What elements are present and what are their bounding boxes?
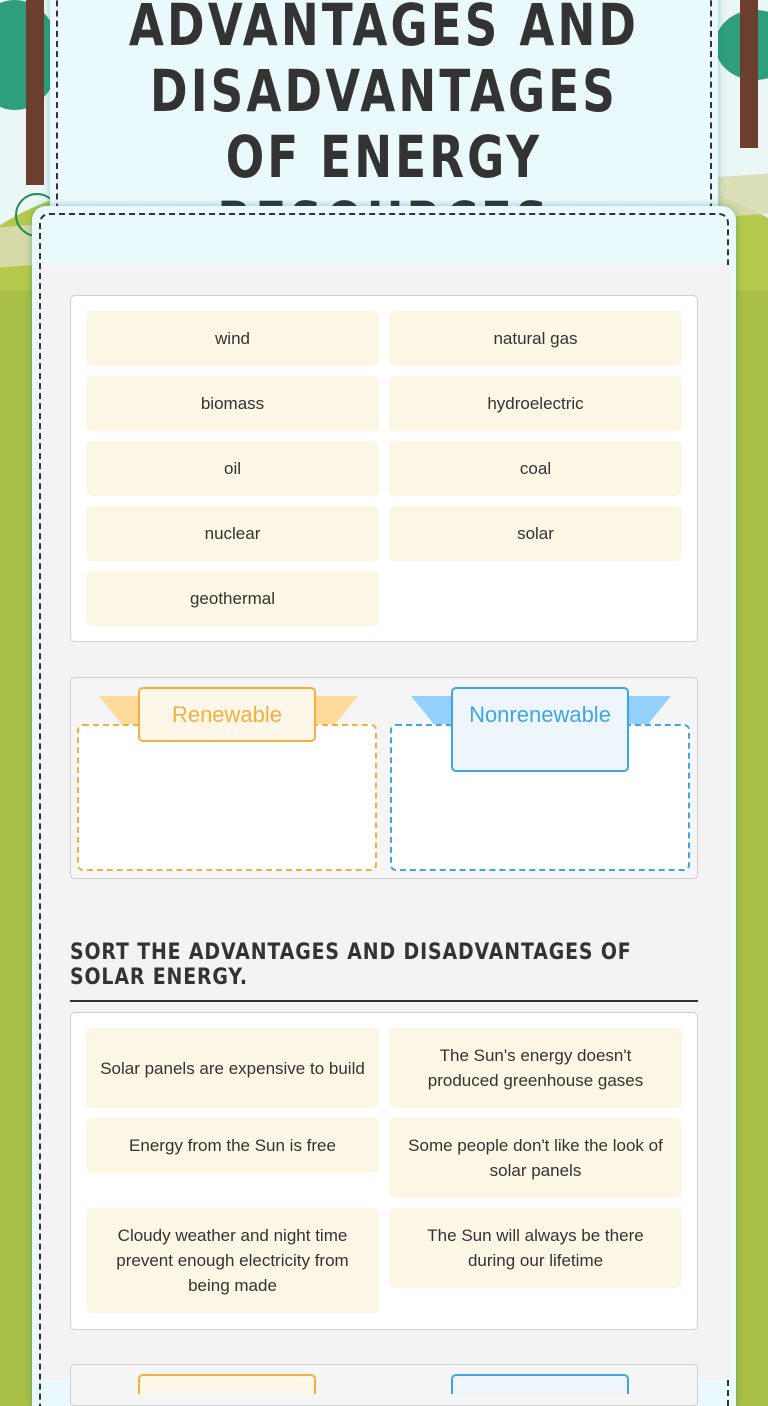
draggable-chip[interactable]: The Sun's energy doesn't produced greenh… bbox=[389, 1028, 682, 1108]
draggable-chip[interactable]: nuclear bbox=[86, 506, 379, 561]
draggable-chip[interactable]: Solar panels are expensive to build bbox=[86, 1028, 379, 1108]
category-label-stub bbox=[451, 1374, 629, 1394]
draggable-chip[interactable]: wind bbox=[86, 311, 379, 366]
tree-trunk-right bbox=[740, 0, 758, 148]
word-bank: wind natural gas biomass hydroelectric o… bbox=[70, 295, 698, 642]
draggable-chip[interactable]: hydroelectric bbox=[389, 376, 682, 431]
nonrenewable-category-label: Nonrenewable bbox=[451, 687, 629, 772]
tree-trunk-left bbox=[26, 0, 44, 185]
draggable-chip[interactable]: solar bbox=[389, 506, 682, 561]
draggable-chip[interactable]: Energy from the Sun is free bbox=[86, 1118, 379, 1173]
section-instruction: Sort the advantages and disadvantages of… bbox=[70, 940, 632, 990]
statement-bank: Solar panels are expensive to build The … bbox=[70, 1012, 698, 1330]
draggable-chip[interactable]: geothermal bbox=[86, 571, 379, 626]
renewable-drop-zone[interactable] bbox=[77, 724, 377, 871]
sort-area: Renewable Nonrenewable bbox=[70, 677, 698, 879]
draggable-chip[interactable]: Some people don't like the look of solar… bbox=[389, 1118, 682, 1198]
draggable-chip[interactable]: coal bbox=[389, 441, 682, 496]
category-label-stub bbox=[138, 1374, 316, 1394]
sort-area-2 bbox=[70, 1364, 698, 1406]
draggable-chip[interactable]: natural gas bbox=[389, 311, 682, 366]
draggable-chip[interactable]: oil bbox=[86, 441, 379, 496]
draggable-chip[interactable]: Cloudy weather and night time prevent en… bbox=[86, 1208, 379, 1313]
draggable-chip[interactable]: biomass bbox=[86, 376, 379, 431]
draggable-chip[interactable]: The Sun will always be there during our … bbox=[389, 1208, 682, 1288]
renewable-category-label: Renewable bbox=[138, 687, 316, 742]
title-card: Advantages and Disadvantages of Energy R… bbox=[50, 0, 718, 256]
section-divider bbox=[70, 1000, 698, 1002]
